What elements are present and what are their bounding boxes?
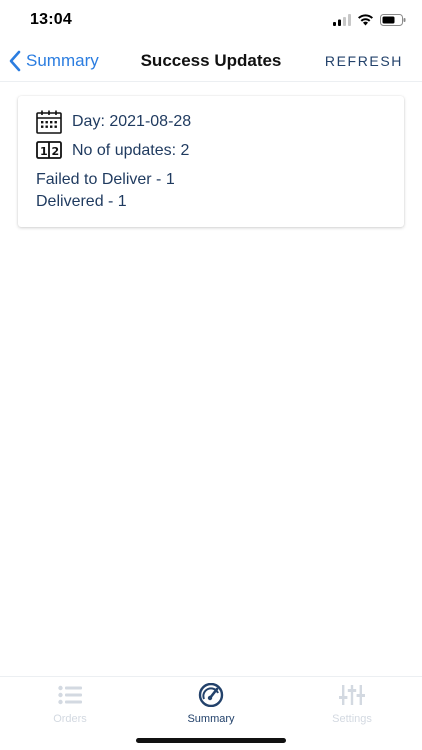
chevron-left-icon	[9, 50, 21, 72]
signal-icon	[333, 14, 351, 26]
calendar-icon	[36, 110, 62, 134]
tab-summary-icon-wrap	[197, 683, 225, 707]
list-icon	[58, 685, 82, 705]
tab-orders[interactable]: Orders	[0, 677, 140, 727]
status-line-failed: Failed to Deliver - 1	[36, 171, 175, 188]
status-icons	[333, 14, 406, 26]
updates-count-text: No of updates: 2	[72, 142, 190, 159]
refresh-button[interactable]: REFRESH	[325, 53, 403, 69]
tab-orders-icon-wrap	[58, 683, 82, 707]
svg-text:2: 2	[52, 145, 60, 158]
back-label: Summary	[26, 51, 99, 70]
status-time: 13:04	[30, 11, 72, 28]
tab-settings-label: Settings	[332, 713, 372, 725]
tab-settings-icon-wrap	[339, 683, 365, 707]
tab-settings[interactable]: Settings	[282, 677, 422, 727]
nav-bar: Summary Success Updates REFRESH	[0, 44, 422, 82]
wifi-icon	[358, 14, 373, 26]
tab-summary-label: Summary	[187, 713, 235, 725]
status-bar: 13:04	[0, 0, 422, 44]
update-card: Day: 2021-08-28 1 2 No of updates: 2 Fai…	[18, 96, 404, 227]
day-row: Day: 2021-08-28	[36, 110, 191, 134]
counter-icon: 1 2	[36, 141, 62, 159]
day-text: Day: 2021-08-28	[72, 113, 192, 130]
page-title-text: Success Updates	[140, 51, 282, 70]
home-indicator	[136, 738, 286, 743]
tab-summary[interactable]: Summary	[141, 677, 281, 727]
back-button[interactable]: Summary	[8, 50, 99, 72]
battery-icon	[380, 14, 406, 26]
gauge-icon	[198, 683, 224, 707]
sliders-icon	[339, 685, 365, 705]
status-line-delivered: Delivered - 1	[36, 193, 127, 210]
updates-row: 1 2 No of updates: 2	[36, 141, 189, 161]
tab-orders-label: Orders	[53, 713, 87, 725]
svg-text:1: 1	[40, 145, 48, 158]
